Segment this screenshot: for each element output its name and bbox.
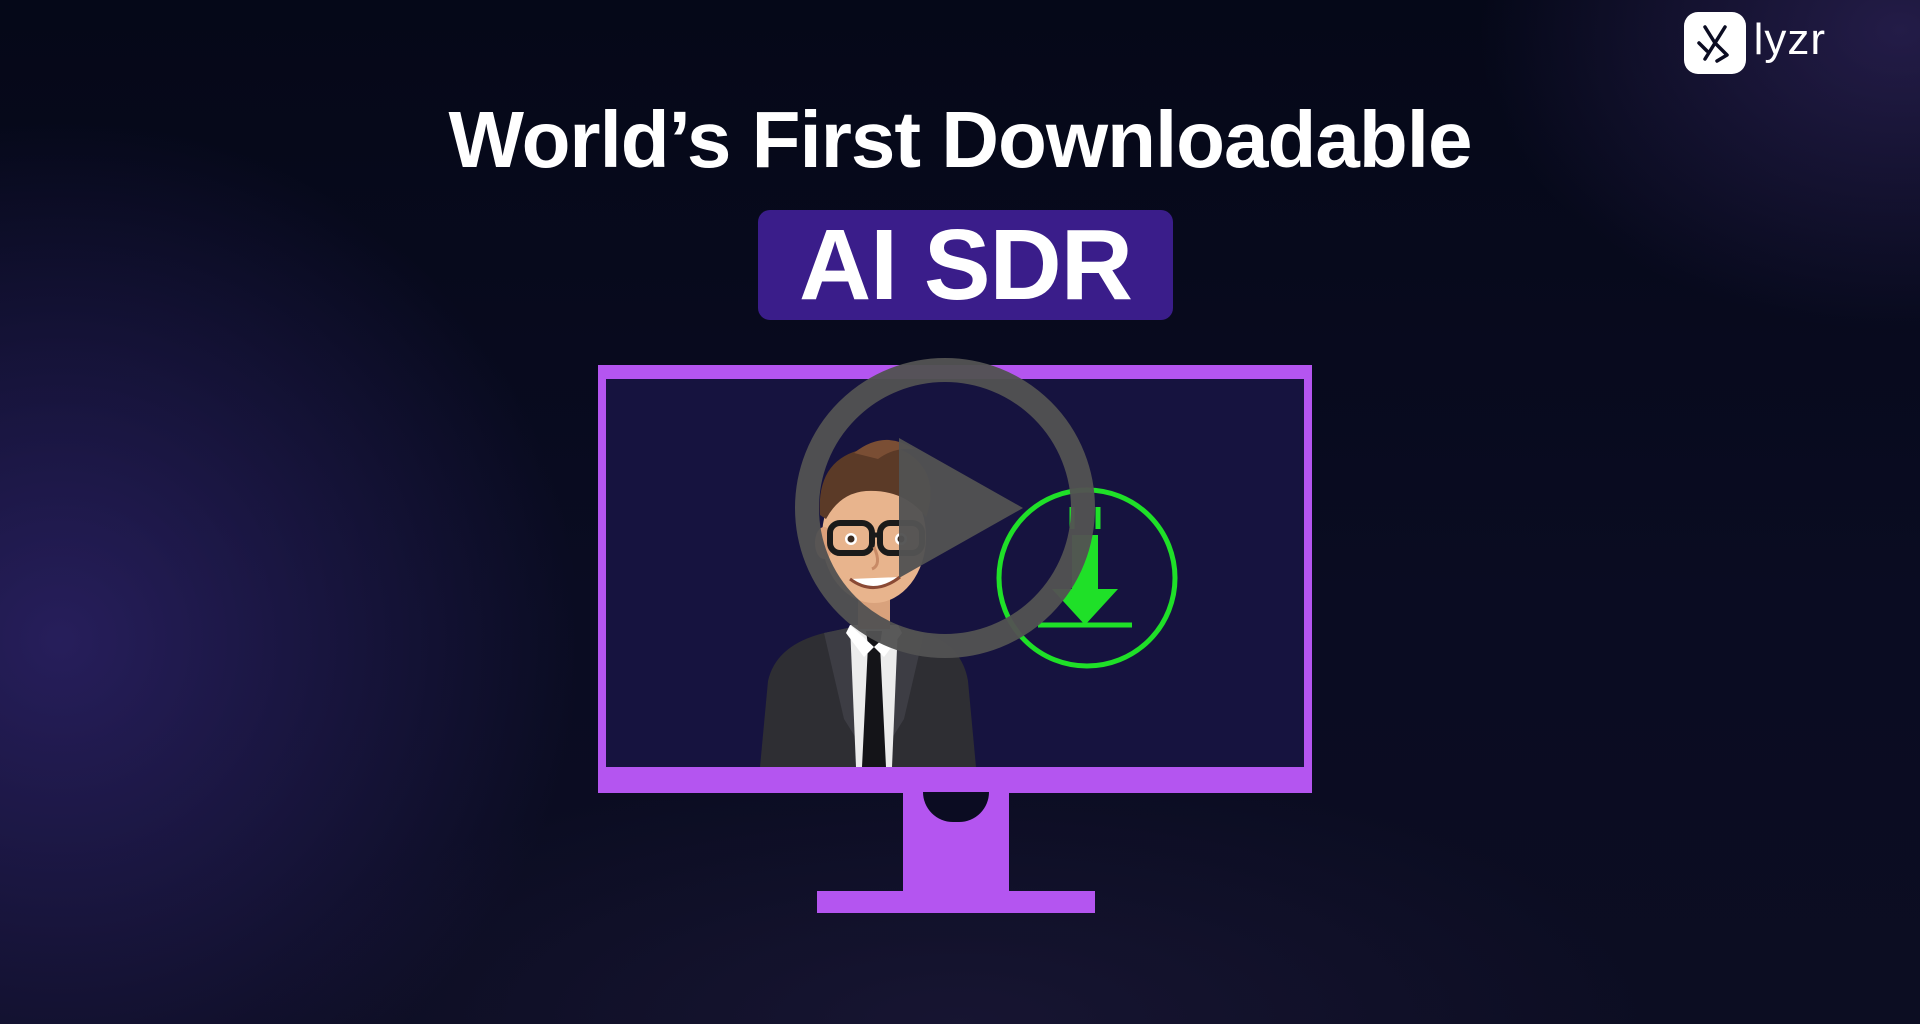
highlight-text: AI SDR <box>799 209 1133 321</box>
brand-logo: lyzr <box>1683 12 1826 74</box>
monitor-base <box>817 891 1095 913</box>
lyzr-logo-icon <box>1683 12 1746 74</box>
brand-name: lyzr <box>1753 15 1826 64</box>
highlight-badge: AI SDR <box>758 210 1173 320</box>
play-button[interactable] <box>795 358 1095 658</box>
video-thumbnail[interactable]: lyzr World’s First Downloadable AI SDR <box>0 0 1920 1024</box>
page-title: World’s First Downloadable <box>448 95 1473 184</box>
monitor-stand <box>903 792 1009 891</box>
play-icon <box>899 438 1023 578</box>
